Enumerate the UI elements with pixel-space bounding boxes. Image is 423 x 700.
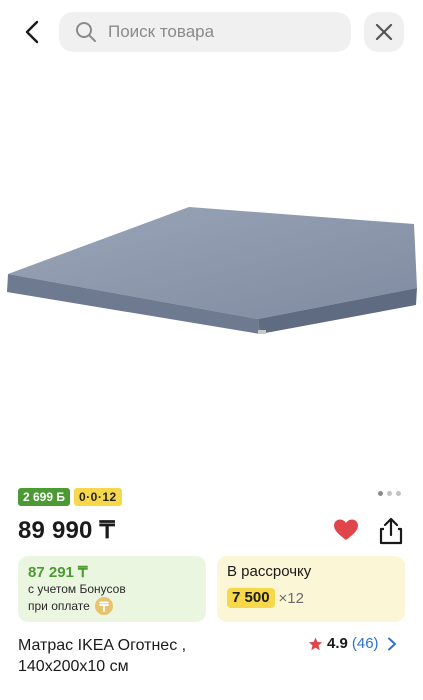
product-name-line: Матрас IKEA Оготнес , [18,637,187,654]
installment-title: В рассрочку [227,563,312,580]
share-icon [379,517,403,545]
back-button[interactable] [18,16,46,48]
installment-card[interactable]: В рассрочку 7 500 ×12 [217,556,405,622]
bonus-price-card[interactable]: 87 291 ₸ с учетом Бонусов при оплате [18,556,206,622]
favorite-button[interactable] [332,516,360,544]
chevron-right-icon[interactable] [387,637,397,651]
mattress-image [7,207,417,334]
share-button[interactable] [377,516,405,546]
gallery-pagination [378,491,401,496]
rating-summary[interactable]: 4.9 (46) [308,635,397,652]
product-price: 89 990 ₸ [18,517,115,544]
top-bar [0,0,423,62]
bonus-note: с учетом Бонусов [28,582,126,596]
close-icon [375,23,393,41]
star-icon [308,637,323,650]
search-icon [75,21,97,43]
gallery-dot[interactable] [387,491,392,496]
product-image[interactable] [0,62,423,482]
product-badges: 2 699 Б 0·0·12 [18,488,122,506]
product-name: Матрас IKEA Оготнес , 140x200x10 см [18,635,278,677]
reviews-link[interactable]: (46) [352,635,379,652]
installment-badge: 0·0·12 [74,488,122,506]
installment-monthly: 7 500 [227,588,275,608]
back-arrow-icon [25,20,39,44]
rating-value: 4.9 [327,635,348,652]
gallery-dot[interactable] [378,491,383,496]
gallery-dot[interactable] [396,491,401,496]
installment-months: ×12 [278,589,304,607]
search-input[interactable] [108,22,328,42]
heart-icon [334,519,358,540]
tenge-coin-icon [94,597,113,615]
search-bar[interactable] [59,12,351,52]
bonus-badge: 2 699 Б [18,488,70,506]
bonus-price: 87 291 ₸ [28,564,88,581]
product-name-line: 140x200x10 см [18,658,129,675]
close-button[interactable] [364,12,404,52]
bonus-payment-note: при оплате [28,599,90,613]
